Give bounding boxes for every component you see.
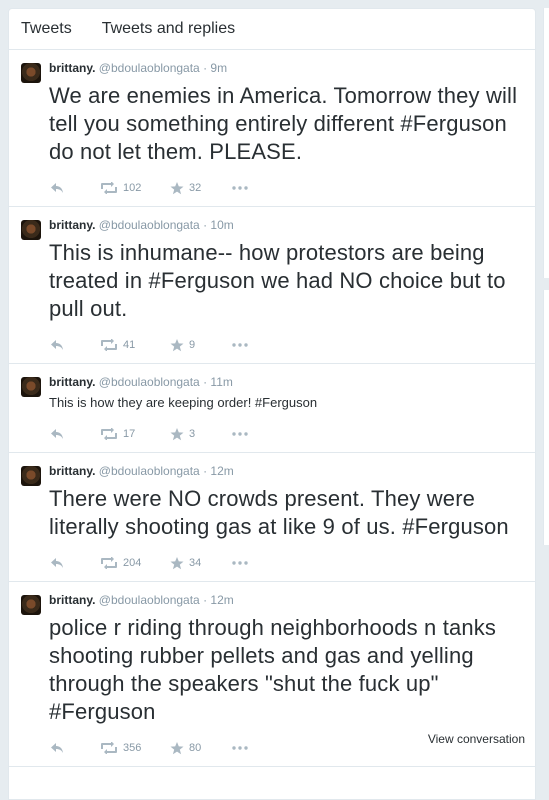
tweet-timestamp[interactable]: · 10m	[203, 218, 234, 232]
tweet[interactable]: brittany. @bdoulaoblongata · 12m There w…	[9, 453, 535, 582]
author-handle[interactable]: @bdoulaoblongata	[99, 593, 200, 607]
favorite-button[interactable]: 32	[170, 181, 232, 195]
side-column-edge-2	[543, 290, 549, 545]
tweet-header: brittany. @bdoulaoblongata · 12m	[49, 462, 523, 479]
retweet-count: 41	[123, 339, 136, 351]
avatar[interactable]	[21, 377, 41, 397]
avatar[interactable]	[21, 466, 41, 486]
timeline-tabs: Tweets Tweets and replies	[9, 9, 535, 50]
tweet-actions: 41 9	[49, 327, 523, 363]
more-icon	[232, 343, 248, 347]
reply-icon	[50, 428, 64, 440]
tweet-timestamp[interactable]: · 12m	[203, 593, 234, 607]
more-button[interactable]	[232, 186, 248, 190]
profile-timeline: Tweets Tweets and replies brittany. @bdo…	[8, 8, 536, 800]
tweet-text: This is inhumane-- how protestors are be…	[49, 240, 506, 321]
author-handle[interactable]: @bdoulaoblongata	[99, 218, 200, 232]
more-icon	[232, 186, 248, 190]
more-button[interactable]	[232, 561, 248, 565]
retweet-button[interactable]: 102	[100, 182, 170, 194]
more-icon	[232, 561, 248, 565]
author-name[interactable]: brittany.	[49, 375, 95, 389]
retweet-count: 204	[123, 557, 142, 569]
author-name[interactable]: brittany.	[49, 61, 95, 75]
more-button[interactable]	[232, 746, 248, 750]
author-name[interactable]: brittany.	[49, 218, 95, 232]
reply-button[interactable]	[50, 742, 100, 754]
tweet[interactable]: brittany. @bdoulaoblongata · 10m This is…	[9, 207, 535, 364]
favorite-count: 80	[189, 742, 202, 754]
tweet[interactable]: brittany. @bdoulaoblongata · 12m police …	[9, 582, 535, 767]
favorite-count: 3	[189, 428, 196, 440]
star-icon	[170, 556, 184, 570]
tweet[interactable]: brittany. @bdoulaoblongata · 11m This is…	[9, 364, 535, 453]
tweet-header: brittany. @bdoulaoblongata · 10m	[49, 216, 523, 233]
reply-button[interactable]	[50, 182, 100, 194]
tab-tweets[interactable]: Tweets	[21, 9, 72, 49]
tweet-timestamp[interactable]: · 12m	[203, 464, 234, 478]
favorite-button[interactable]: 3	[170, 427, 232, 441]
retweet-icon	[100, 557, 118, 569]
favorite-button[interactable]: 80	[170, 741, 232, 755]
more-button[interactable]	[232, 432, 248, 436]
retweet-button[interactable]: 41	[100, 339, 170, 351]
star-icon	[170, 741, 184, 755]
tweet-timestamp[interactable]: · 9m	[203, 61, 227, 75]
retweet-icon	[100, 428, 118, 440]
reply-icon	[50, 557, 64, 569]
reply-button[interactable]	[50, 428, 100, 440]
tweet-timestamp[interactable]: · 11m	[203, 375, 233, 389]
tweet-actions: 204 34	[49, 545, 523, 581]
retweet-button[interactable]: 204	[100, 557, 170, 569]
avatar[interactable]	[21, 63, 41, 83]
retweet-count: 102	[123, 182, 142, 194]
reply-button[interactable]	[50, 557, 100, 569]
author-handle[interactable]: @bdoulaoblongata	[99, 464, 200, 478]
author-handle[interactable]: @bdoulaoblongata	[99, 375, 200, 389]
reply-button[interactable]	[50, 339, 100, 351]
favorite-button[interactable]: 34	[170, 556, 232, 570]
tweet-text: We are enemies in America. Tomorrow they…	[49, 83, 518, 164]
star-icon	[170, 181, 184, 195]
author-name[interactable]: brittany.	[49, 464, 95, 478]
tweet-header: brittany. @bdoulaoblongata · 12m	[49, 591, 523, 608]
more-icon	[232, 746, 248, 750]
retweet-count: 356	[123, 742, 142, 754]
tweet-header: brittany. @bdoulaoblongata · 11m	[49, 373, 523, 390]
reply-icon	[50, 182, 64, 194]
reply-icon	[50, 742, 64, 754]
retweet-button[interactable]: 17	[100, 428, 170, 440]
retweet-icon	[100, 339, 118, 351]
tweet[interactable]: brittany. @bdoulaoblongata · 9m We are e…	[9, 50, 535, 207]
tweet-header: brittany. @bdoulaoblongata · 9m	[49, 59, 523, 76]
author-name[interactable]: brittany.	[49, 593, 95, 607]
retweet-icon	[100, 742, 118, 754]
more-button[interactable]	[232, 343, 248, 347]
favorite-button[interactable]: 9	[170, 338, 232, 352]
star-icon	[170, 338, 184, 352]
avatar[interactable]	[21, 220, 41, 240]
reply-icon	[50, 339, 64, 351]
author-handle[interactable]: @bdoulaoblongata	[99, 61, 200, 75]
avatar[interactable]	[21, 595, 41, 615]
favorite-count: 34	[189, 557, 202, 569]
star-icon	[170, 427, 184, 441]
tweet-text: This is how they are keeping order! #Fer…	[49, 395, 318, 410]
tweet-actions: 102 32	[49, 170, 523, 206]
favorite-count: 9	[189, 339, 196, 351]
retweet-count: 17	[123, 428, 136, 440]
favorite-count: 32	[189, 182, 202, 194]
tweet-text: police r riding through neighborhoods n …	[49, 615, 497, 724]
tab-tweets-and-replies[interactable]: Tweets and replies	[102, 9, 235, 49]
tweet-text: There were NO crowds present. They were …	[49, 486, 509, 539]
retweet-button[interactable]: 356	[100, 742, 170, 754]
more-icon	[232, 432, 248, 436]
side-column-edge	[543, 8, 549, 278]
tweet-actions: 17 3	[49, 416, 523, 452]
view-conversation-link[interactable]: View conversation	[428, 732, 525, 746]
tweet-list: brittany. @bdoulaoblongata · 9m We are e…	[9, 50, 535, 767]
retweet-icon	[100, 182, 118, 194]
